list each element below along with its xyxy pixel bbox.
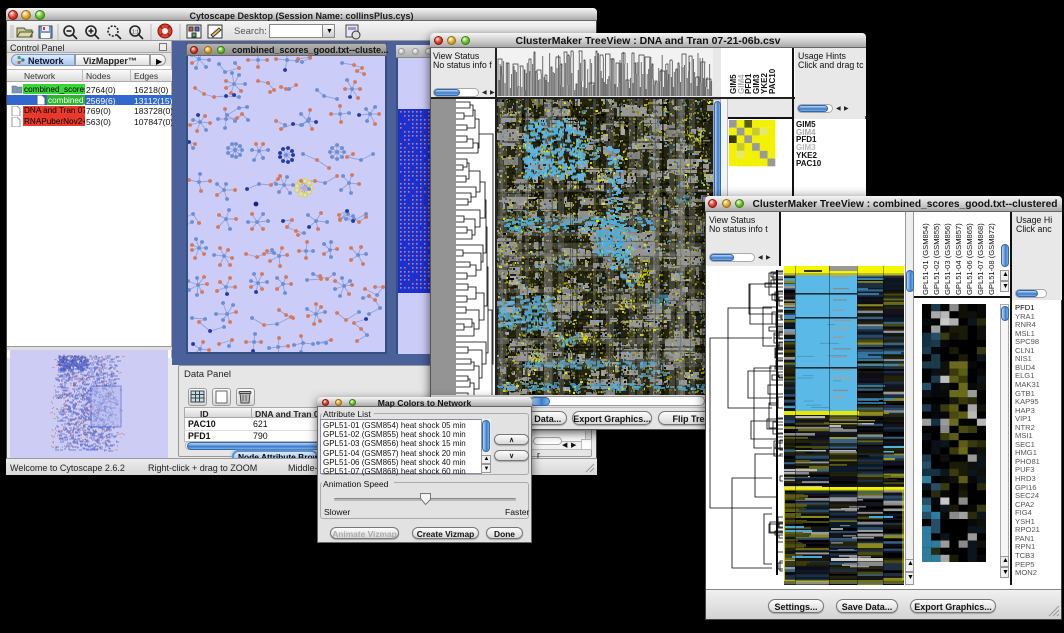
svg-text:1:1: 1:1	[132, 30, 139, 36]
